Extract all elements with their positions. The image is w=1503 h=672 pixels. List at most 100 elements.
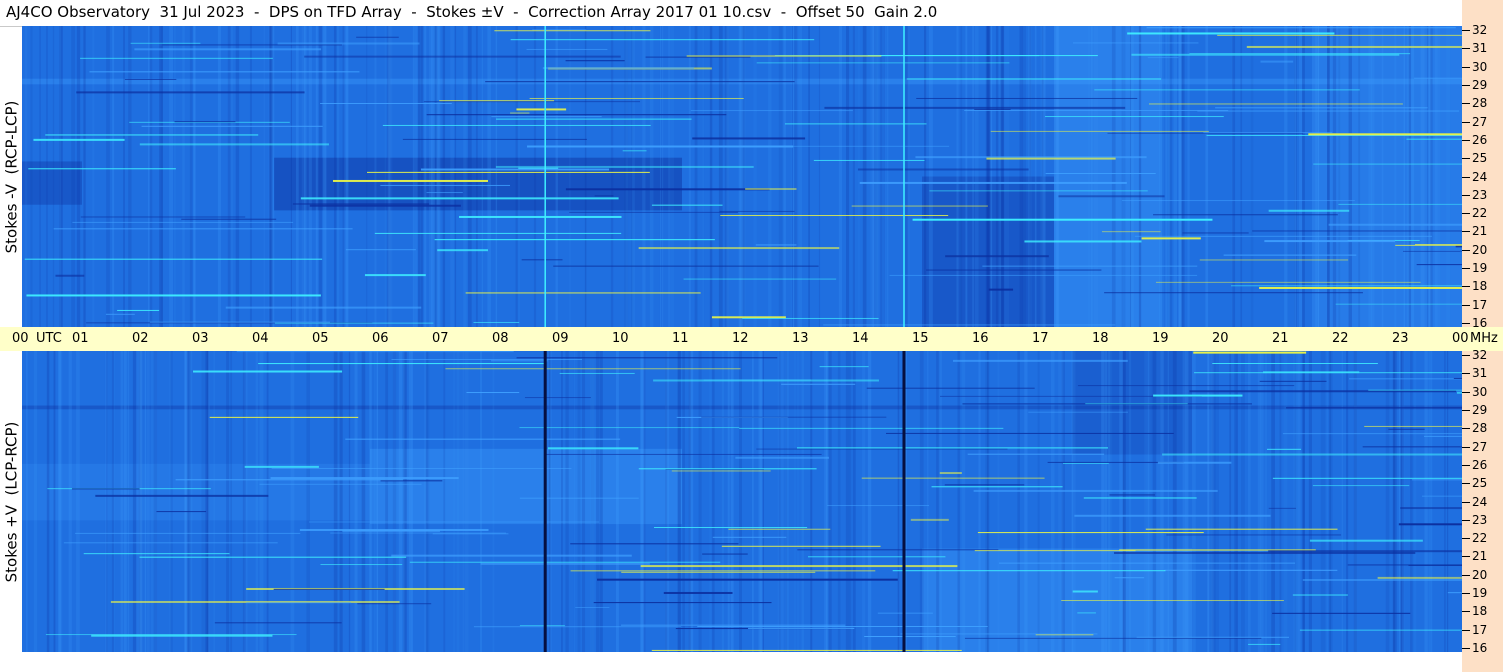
spectrogram-streak bbox=[475, 26, 478, 327]
frequency-tick bbox=[1462, 103, 1470, 105]
spectrogram-streak bbox=[768, 26, 772, 327]
interference-line bbox=[1292, 594, 1348, 596]
spectrogram-streak bbox=[845, 351, 850, 652]
spectrogram-streak bbox=[33, 351, 38, 652]
spectrogram-streak bbox=[71, 26, 76, 327]
interference-line bbox=[559, 372, 635, 374]
frequency-tick-label: 24 bbox=[1472, 494, 1488, 509]
spectrogram-streak bbox=[709, 351, 712, 652]
frequency-tick bbox=[1462, 629, 1470, 631]
frequency-tick bbox=[1462, 464, 1470, 466]
frequency-tick bbox=[1462, 323, 1470, 324]
spectrogram-streak bbox=[753, 26, 757, 327]
frequency-tick-label: 21 bbox=[1472, 224, 1488, 239]
interference-line bbox=[28, 168, 176, 170]
interference-line bbox=[1286, 407, 1462, 409]
spectrogram-streak bbox=[1444, 351, 1446, 652]
spectrogram-streak bbox=[374, 26, 377, 327]
spectrogram-streak bbox=[1326, 351, 1329, 652]
utc-tick-label: 01 bbox=[72, 331, 89, 346]
interference-line bbox=[1083, 497, 1197, 499]
spectrogram-streak bbox=[897, 351, 900, 652]
frequency-tick-label: 19 bbox=[1472, 261, 1488, 276]
spectrogram-streak bbox=[533, 26, 537, 327]
spectrogram-streak bbox=[1303, 351, 1305, 652]
spectrogram-streak bbox=[662, 26, 664, 327]
interference-line bbox=[330, 532, 506, 534]
spectrogram-streak bbox=[624, 26, 629, 327]
spectrogram-streak bbox=[235, 26, 240, 327]
spectrogram-streak bbox=[411, 351, 413, 652]
spectrogram-streak bbox=[149, 26, 153, 327]
frequency-tick bbox=[1462, 519, 1470, 521]
spectrogram-streak bbox=[924, 26, 927, 327]
spectrogram-streak bbox=[721, 351, 724, 652]
frequency-tick bbox=[1462, 158, 1470, 160]
spectrogram-streak bbox=[431, 26, 435, 327]
spectrogram-streak bbox=[1129, 26, 1132, 327]
spectrogram-streak bbox=[974, 26, 979, 327]
interference-line bbox=[519, 497, 639, 499]
spectrogram-streak bbox=[205, 351, 209, 652]
chart-title: AJ4CO Observatory 31 Jul 2023 - DPS on T… bbox=[6, 3, 938, 21]
interference-line bbox=[495, 165, 754, 168]
spectrogram-streak bbox=[376, 351, 379, 652]
spectrogram-streak bbox=[862, 351, 866, 652]
interference-line bbox=[1193, 351, 1307, 354]
utc-tick-label: 00 bbox=[1452, 331, 1469, 346]
spectrogram-streak bbox=[319, 26, 322, 327]
spectrogram-streak bbox=[1138, 26, 1142, 327]
spectrogram-streak bbox=[76, 351, 80, 652]
interference-line bbox=[1101, 231, 1161, 233]
mhz-unit-label: MHz bbox=[1470, 331, 1498, 346]
interference-line bbox=[409, 561, 721, 563]
spectrogram-streak bbox=[1034, 26, 1037, 327]
interference-line bbox=[653, 379, 879, 382]
spectrogram-streak bbox=[758, 351, 763, 652]
frequency-tick bbox=[1462, 593, 1470, 595]
spectrogram-region bbox=[22, 405, 1462, 410]
spectrogram-streak bbox=[230, 26, 234, 327]
interference-line bbox=[645, 56, 751, 58]
interference-line bbox=[712, 536, 787, 538]
utc-tick-label: 22 bbox=[1332, 331, 1349, 346]
spectrogram-streak bbox=[76, 26, 81, 327]
interference-line bbox=[1121, 200, 1355, 202]
spectrogram-streak bbox=[58, 351, 61, 652]
frequency-tick-label: 18 bbox=[1472, 604, 1488, 619]
frequency-tick bbox=[1462, 176, 1470, 178]
spectrogram-streak bbox=[144, 351, 147, 652]
frequency-tick-label: 26 bbox=[1472, 132, 1488, 147]
interference-line bbox=[1252, 230, 1462, 232]
frequency-tick bbox=[1462, 428, 1470, 430]
frequency-tick bbox=[1462, 373, 1470, 375]
spectrogram-streak bbox=[670, 26, 675, 327]
spectrogram-streak bbox=[1437, 26, 1441, 327]
interference-line bbox=[929, 190, 1148, 192]
interference-line bbox=[72, 221, 294, 223]
interference-line bbox=[575, 607, 610, 609]
frequency-tick-label: 30 bbox=[1472, 59, 1488, 74]
interference-line bbox=[1166, 534, 1342, 536]
spectrogram-streak bbox=[828, 351, 832, 652]
spectrogram-streak bbox=[858, 26, 860, 327]
spectrogram-streak bbox=[631, 26, 635, 327]
spectrogram-streak bbox=[801, 351, 804, 652]
spectrogram-streak bbox=[739, 351, 742, 652]
spectrogram-streak bbox=[398, 351, 403, 652]
interference-line bbox=[480, 562, 650, 565]
interference-line bbox=[926, 269, 1102, 271]
interference-line bbox=[1148, 103, 1403, 105]
interference-line bbox=[1127, 32, 1335, 35]
frequency-tick bbox=[1462, 286, 1470, 288]
spectrogram-streak bbox=[907, 26, 910, 327]
utc-tick-label: 15 bbox=[912, 331, 929, 346]
spectrogram-streak bbox=[344, 26, 346, 327]
interference-line bbox=[892, 570, 1166, 572]
interference-line bbox=[974, 108, 1011, 110]
interference-line bbox=[1203, 132, 1333, 134]
spectrogram-streak bbox=[880, 26, 883, 327]
frequency-tick-label: 22 bbox=[1472, 206, 1488, 221]
interference-line bbox=[1045, 116, 1224, 118]
spectrogram-streak bbox=[1410, 351, 1413, 652]
